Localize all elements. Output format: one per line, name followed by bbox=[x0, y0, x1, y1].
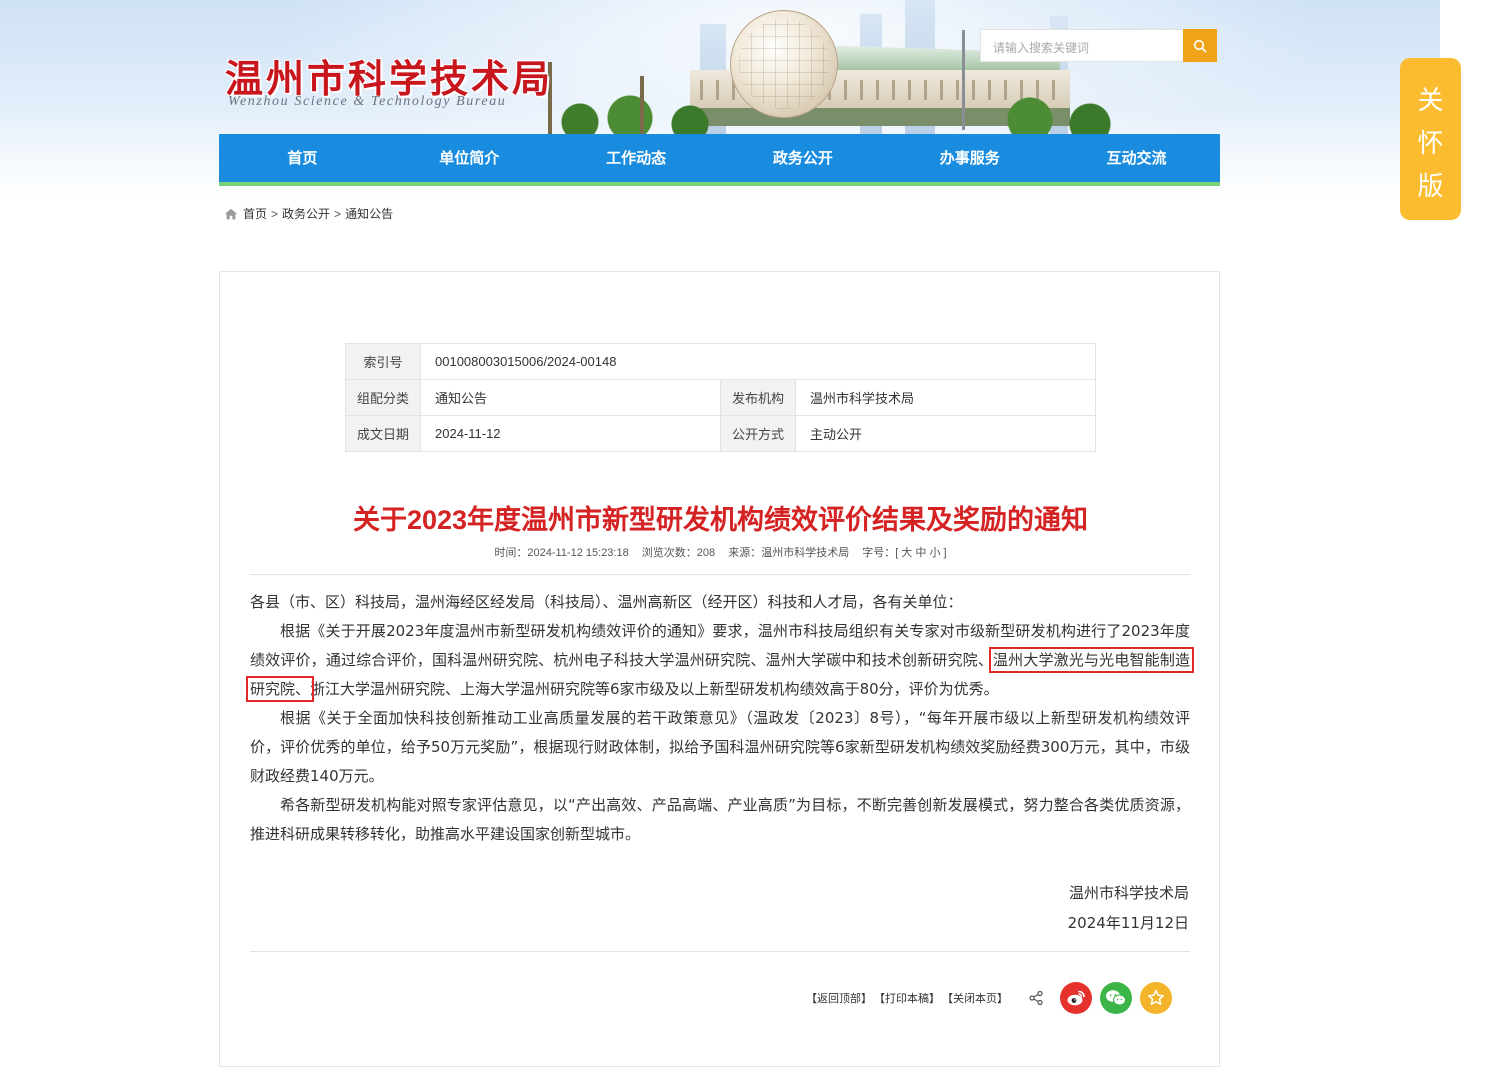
category-label: 组配分类 bbox=[345, 379, 421, 416]
breadcrumb-notices[interactable]: 通知公告 bbox=[345, 205, 393, 222]
search-input[interactable]: 请输入搜索关键词 bbox=[980, 29, 1184, 62]
paragraph-1-text-end: 浙江大学温州研究院、上海大学温州研究院等6家市级及以上新型研发机构绩效高于80分… bbox=[310, 680, 999, 698]
date-label: 成文日期 bbox=[345, 415, 421, 452]
signature: 温州市科学技术局 2024年11月12日 bbox=[1068, 878, 1189, 938]
breadcrumb-gov-info[interactable]: 政务公开 bbox=[282, 205, 330, 222]
close-page-link[interactable]: 【关闭本页】 bbox=[942, 990, 1008, 1006]
signature-org: 温州市科学技术局 bbox=[1068, 884, 1189, 902]
font-size-switch[interactable]: 字号：[ 大 中 小 ] bbox=[862, 547, 946, 559]
nav-gov-info[interactable]: 政务公开 bbox=[719, 134, 886, 182]
breadcrumb: 首页 > 政务公开 > 通知公告 bbox=[224, 205, 393, 222]
care-mode-button[interactable]: 关 怀 版 bbox=[1400, 58, 1461, 220]
disclosure-value: 主动公开 bbox=[795, 415, 1096, 452]
weibo-icon[interactable] bbox=[1060, 982, 1092, 1014]
breadcrumb-separator: > bbox=[334, 206, 342, 221]
home-icon bbox=[224, 208, 238, 219]
wechat-icon[interactable] bbox=[1100, 982, 1132, 1014]
publisher-label: 发布机构 bbox=[720, 379, 796, 416]
view-count: 浏览次数：208 bbox=[641, 547, 716, 559]
article-title: 关于2023年度温州市新型研发机构绩效评价结果及奖励的通知 bbox=[352, 505, 1089, 535]
divider bbox=[250, 574, 1190, 575]
divider bbox=[250, 951, 1190, 952]
publish-time: 时间：2024-11-12 15:23:18 bbox=[494, 547, 629, 559]
back-to-top-link[interactable]: 【返回顶部】 bbox=[806, 990, 872, 1006]
date-value: 2024-11-12 bbox=[420, 415, 721, 452]
category-value: 通知公告 bbox=[420, 379, 721, 416]
article-container: 索引号 001008003015006/2024-00148 组配分类 通知公告… bbox=[219, 271, 1220, 1067]
favorite-icon[interactable] bbox=[1140, 982, 1172, 1014]
nav-about[interactable]: 单位简介 bbox=[386, 134, 553, 182]
care-mode-char: 关 bbox=[1417, 86, 1444, 116]
nav-interaction[interactable]: 互动交流 bbox=[1053, 134, 1220, 182]
share-icon[interactable] bbox=[1028, 990, 1044, 1006]
breadcrumb-home[interactable]: 首页 bbox=[243, 205, 267, 222]
search-button[interactable] bbox=[1183, 29, 1217, 62]
trees bbox=[560, 92, 1120, 134]
palm-tree bbox=[640, 76, 644, 134]
disclosure-label: 公开方式 bbox=[720, 415, 796, 452]
paragraph-2: 根据《关于全面加快科技创新推动工业高质量发展的若干政策意见》（温政发〔2023〕… bbox=[250, 709, 1190, 785]
article-source: 来源：温州市科学技术局 bbox=[728, 547, 850, 559]
article-body: 各县（市、区）科技局，温州海经区经发局（科技局）、温州高新区（经开区）科技和人才… bbox=[246, 588, 1194, 849]
document-meta-table: 索引号 001008003015006/2024-00148 组配分类 通知公告… bbox=[345, 343, 1096, 452]
site-logo-subtitle: Wenzhou Science & Technology Bureau bbox=[228, 94, 507, 109]
index-label: 索引号 bbox=[345, 343, 421, 380]
paragraph-3: 希各新型研发机构能对照专家评估意见，以“产出高效、产品高端、产业高质”为目标，不… bbox=[250, 796, 1190, 843]
breadcrumb-separator: > bbox=[271, 206, 279, 221]
article-info: 时间：2024-11-12 15:23:18 浏览次数：208 来源：温州市科学… bbox=[220, 544, 1221, 560]
signature-date: 2024年11月12日 bbox=[1067, 914, 1189, 932]
page-tools: 【返回顶部】 【打印本稿】 【关闭本页】 bbox=[806, 982, 1172, 1014]
index-value: 001008003015006/2024-00148 bbox=[420, 343, 1096, 380]
nav-home[interactable]: 首页 bbox=[219, 134, 386, 182]
care-mode-char: 怀 bbox=[1417, 129, 1444, 159]
publisher-value: 温州市科学技术局 bbox=[795, 379, 1096, 416]
nav-news[interactable]: 工作动态 bbox=[553, 134, 720, 182]
paragraph-1: 根据《关于开展2023年度温州市新型研发机构绩效评价的通知》要求，温州市科技局组… bbox=[246, 617, 1194, 704]
main-nav: 首页 单位简介 工作动态 政务公开 办事服务 互动交流 bbox=[219, 134, 1220, 186]
care-mode-char: 版 bbox=[1417, 172, 1444, 202]
print-link[interactable]: 【打印本稿】 bbox=[874, 990, 940, 1006]
nav-services[interactable]: 办事服务 bbox=[886, 134, 1053, 182]
search-icon bbox=[1193, 39, 1207, 53]
salutation: 各县（市、区）科技局，温州海经区经发局（科技局）、温州高新区（经开区）科技和人才… bbox=[250, 593, 963, 611]
